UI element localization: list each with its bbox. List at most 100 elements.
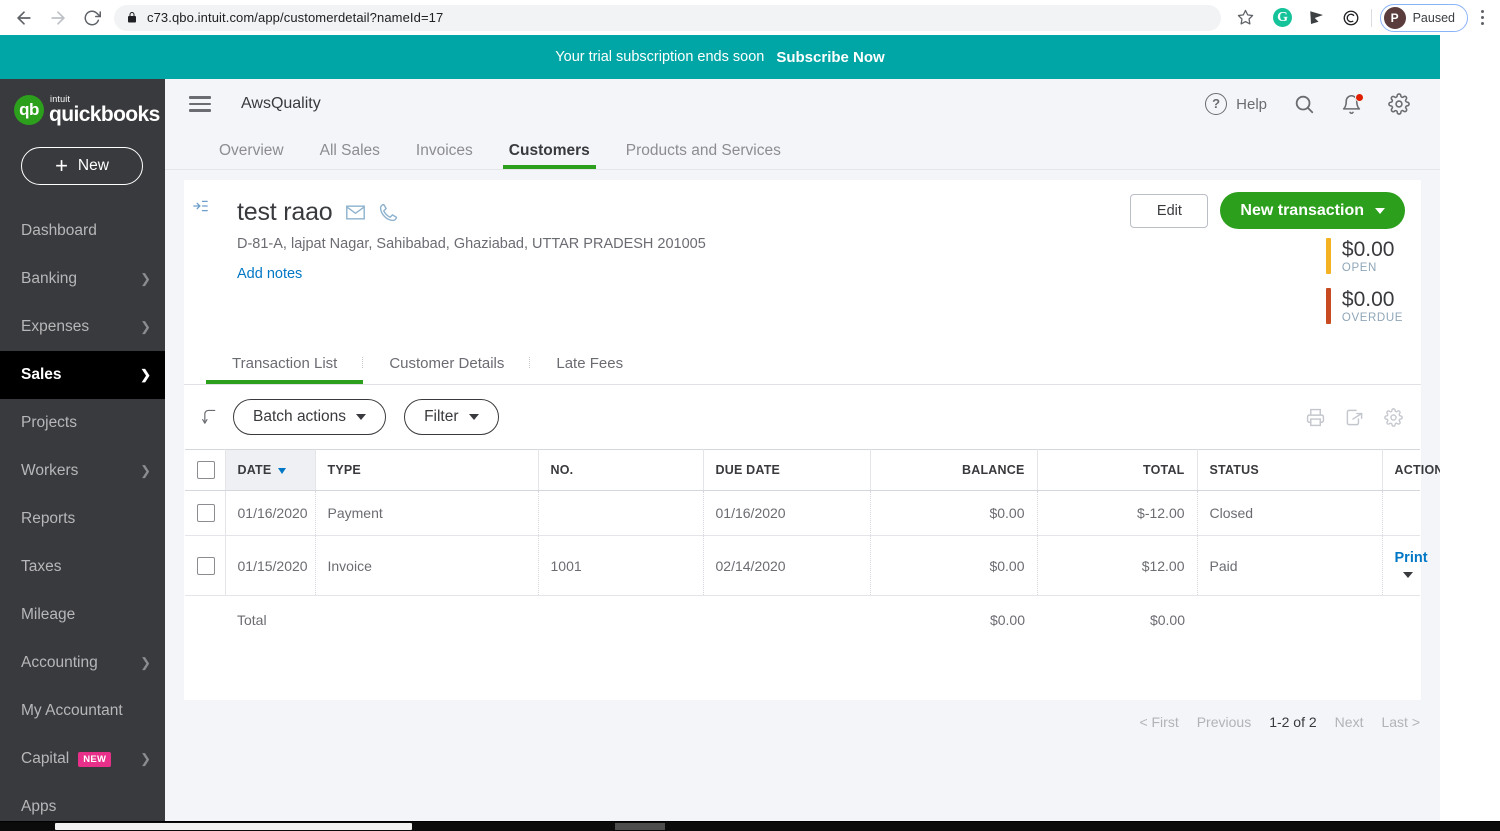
tab-transaction-list[interactable]: Transaction List (206, 355, 364, 384)
sidebar-item-banking[interactable]: Banking ❯ (0, 255, 165, 303)
select-all-checkbox[interactable] (197, 461, 215, 479)
tab-label: Late Fees (556, 355, 624, 372)
overdue-color-bar (1325, 288, 1331, 324)
column-header-due-date[interactable]: DUE DATE (703, 449, 871, 491)
sidebar-item-mileage[interactable]: Mileage (0, 591, 165, 639)
cell-date: 01/15/2020 (225, 535, 316, 596)
printer-icon[interactable] (1306, 408, 1325, 427)
tab-late-fees[interactable]: Late Fees (530, 355, 649, 384)
status-badge: Paid (1197, 535, 1383, 596)
cell-due-date: 01/16/2020 (703, 490, 871, 536)
refresh-arrow-icon[interactable] (202, 408, 219, 427)
chevron-down-icon[interactable] (1402, 572, 1413, 579)
sidebar-item-reports[interactable]: Reports (0, 495, 165, 543)
sidebar-item-taxes[interactable]: Taxes (0, 543, 165, 591)
sidebar-item-accounting[interactable]: Accounting ❯ (0, 639, 165, 687)
tab-customers[interactable]: Customers (491, 142, 608, 169)
sidebar-item-apps[interactable]: Apps (0, 783, 165, 822)
new-button[interactable]: + New (21, 147, 143, 185)
cell-action: Print (1382, 535, 1428, 596)
address-bar[interactable]: c73.qbo.intuit.com/app/customerdetail?na… (114, 4, 1221, 31)
quickbooks-wordmark: quickbooks (49, 103, 160, 126)
envelope-icon[interactable] (346, 205, 366, 220)
new-transaction-button[interactable]: New transaction (1220, 192, 1405, 229)
filter-button[interactable]: Filter (404, 399, 499, 435)
customer-header-actions: Edit New transaction (1130, 192, 1405, 229)
column-header-status[interactable]: STATUS (1197, 449, 1383, 491)
export-icon[interactable] (1345, 408, 1364, 427)
sidebar-item-label: Projects (21, 414, 77, 431)
scrollbar-thumb-secondary[interactable] (615, 823, 665, 830)
star-icon[interactable] (1231, 3, 1261, 33)
row-checkbox[interactable] (197, 504, 215, 522)
column-header-type[interactable]: TYPE (315, 449, 539, 491)
table-toolbar-icons (1306, 407, 1403, 427)
sidebar-item-label: Workers (21, 462, 79, 479)
horizontal-scrollbar[interactable] (0, 822, 1500, 831)
print-action-link[interactable]: Print (1395, 550, 1428, 566)
main-content: AwsQuality ? Help Overview All Sales Inv… (165, 79, 1440, 822)
overdue-amount: $0.00 (1341, 288, 1395, 311)
sidebar-item-dashboard[interactable]: Dashboard (0, 207, 165, 255)
sidebar-item-workers[interactable]: Workers ❯ (0, 447, 165, 495)
totals-total: $0.00 (1037, 595, 1198, 644)
table-row[interactable]: 01/15/2020 Invoice 1001 02/14/2020 $0.00… (185, 535, 1428, 596)
overdue-balance: $0.00 OVERDUE (1325, 288, 1403, 324)
grammarly-icon[interactable]: G (1273, 8, 1293, 28)
tab-invoices[interactable]: Invoices (398, 142, 491, 169)
kebab-menu-icon[interactable] (1468, 3, 1496, 33)
open-label: OPEN (1341, 262, 1377, 274)
subscribe-now-link[interactable]: Subscribe Now (776, 49, 884, 66)
column-header-total[interactable]: TOTAL (1037, 449, 1198, 491)
sidebar-item-sales[interactable]: Sales ❯ (0, 351, 165, 399)
pagination-previous[interactable]: Previous (1197, 714, 1251, 730)
sidebar-item-expenses[interactable]: Expenses ❯ (0, 303, 165, 351)
tab-label: Customers (508, 142, 590, 159)
column-header-no[interactable]: NO. (538, 449, 704, 491)
extension-icons: G (1261, 8, 1367, 28)
chevron-right-icon: ❯ (140, 751, 151, 766)
pagination-next[interactable]: Next (1335, 714, 1364, 730)
table-row[interactable]: 01/16/2020 Payment 01/16/2020 $0.00 $-12… (185, 490, 1420, 536)
profile-button[interactable]: P Paused (1379, 3, 1468, 32)
grammarly-letter: G (1273, 8, 1293, 27)
tab-all-sales[interactable]: All Sales (302, 142, 398, 169)
column-header-date[interactable]: DATE (225, 449, 316, 491)
row-checkbox[interactable] (197, 556, 215, 575)
chevron-right-icon: ❯ (140, 271, 151, 286)
pagination-last[interactable]: Last > (1381, 714, 1420, 730)
search-icon[interactable] (1293, 93, 1315, 115)
balance-summary: $0.00 OPEN $0.00 OVERDUE (1325, 238, 1403, 338)
gear-icon[interactable] (1388, 93, 1410, 115)
pointer-icon[interactable] (1307, 8, 1327, 28)
gear-icon[interactable] (1384, 407, 1403, 427)
bell-icon[interactable] (1341, 92, 1364, 115)
batch-actions-button[interactable]: Batch actions (233, 399, 387, 435)
sidebar-item-label: Reports (21, 510, 76, 527)
back-arrow-icon[interactable] (8, 2, 40, 34)
sidebar-item-capital[interactable]: Capital NEW ❯ (0, 735, 165, 783)
help-button[interactable]: ? Help (1205, 93, 1267, 115)
sort-descending-icon (278, 467, 287, 474)
sidebar-item-projects[interactable]: Projects (0, 399, 165, 447)
sidebar-item-label: Taxes (21, 558, 62, 575)
filter-label: Filter (424, 408, 459, 425)
edit-button[interactable]: Edit (1130, 193, 1209, 228)
tab-overview[interactable]: Overview (201, 142, 302, 169)
tab-customer-details[interactable]: Customer Details (363, 355, 531, 384)
phone-icon[interactable] (379, 203, 398, 222)
sidebar-item-label: Accounting (21, 654, 98, 671)
add-notes-link[interactable]: Add notes (237, 266, 302, 282)
scrollbar-thumb[interactable] (55, 823, 412, 830)
reload-icon[interactable] (76, 2, 108, 34)
spiral-icon[interactable] (1341, 8, 1361, 28)
column-header-balance[interactable]: BALANCE (870, 449, 1038, 491)
forward-arrow-icon[interactable] (42, 2, 74, 34)
tab-products-and-services[interactable]: Products and Services (608, 142, 799, 169)
quickbooks-logo[interactable]: qb intuit quickbooks (0, 79, 165, 125)
hamburger-menu-icon[interactable] (189, 96, 211, 112)
sidebar-item-my-accountant[interactable]: My Accountant (0, 687, 165, 735)
pagination-first[interactable]: < First (1139, 714, 1178, 730)
profile-label: Paused (1412, 10, 1455, 25)
sales-tabs: Overview All Sales Invoices Customers Pr… (165, 129, 1440, 169)
